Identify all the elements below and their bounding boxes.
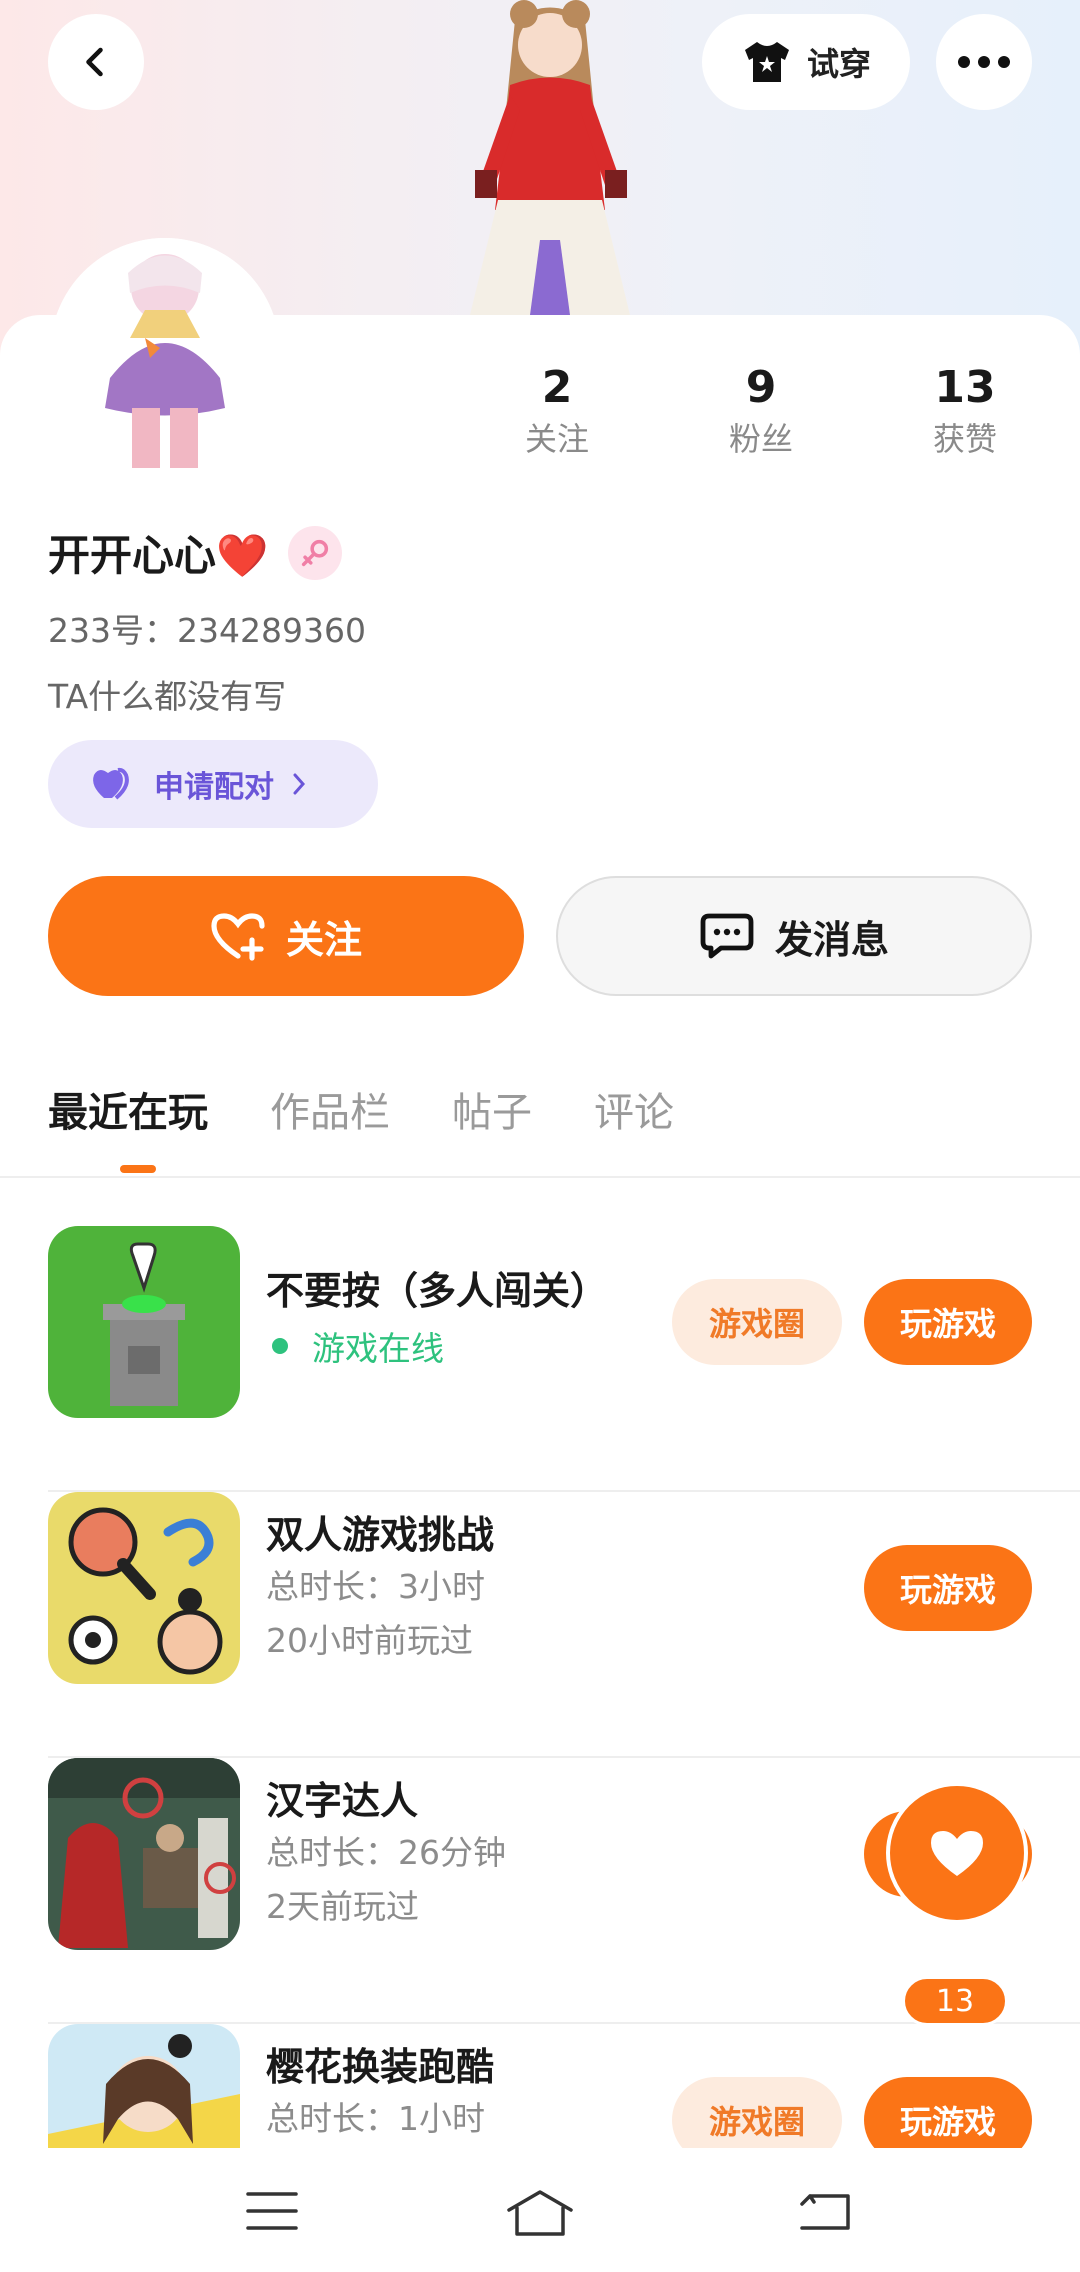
like-count-badge: 13 xyxy=(902,1976,1008,2026)
tab-active-indicator xyxy=(120,1165,156,1173)
stat-following[interactable]: 2 关注 xyxy=(477,360,637,462)
ellipsis-icon xyxy=(958,56,1010,68)
chevron-right-icon xyxy=(293,773,306,795)
profile-name-row: 开开心心❤️ xyxy=(48,522,343,583)
game-title: 汉字达人 xyxy=(266,1779,419,1823)
follow-label: 关注 xyxy=(285,917,362,962)
stat-likes[interactable]: 13 获赞 xyxy=(885,360,1045,462)
avatar[interactable] xyxy=(50,238,280,478)
tab-recent-play[interactable]: 最近在玩 xyxy=(48,1080,208,1138)
more-button[interactable] xyxy=(936,14,1032,110)
play-game-button[interactable]: 玩游戏 xyxy=(864,1545,1032,1631)
tabs-divider xyxy=(0,1176,1080,1178)
game-row[interactable]: 樱花换装跑酷 总时长：1小时 游戏圈 玩游戏 xyxy=(48,2024,1080,2148)
game-duration: 总时长：26分钟 xyxy=(266,1833,506,1872)
double-heart-icon xyxy=(93,767,129,800)
heart-plus-icon xyxy=(211,913,265,961)
stat-likes-label: 获赞 xyxy=(932,420,997,458)
game-title: 樱花换装跑酷 xyxy=(266,2045,495,2089)
game-title: 不要按（多人闯关） xyxy=(266,1269,609,1313)
try-on-label: 试穿 xyxy=(806,45,871,83)
game-row[interactable]: 不要按（多人闯关） 游戏在线 游戏圈 玩游戏 xyxy=(48,1226,1080,1492)
send-message-button[interactable]: 发消息 xyxy=(556,876,1032,996)
play-game-button[interactable]: 玩游戏 xyxy=(864,2077,1032,2148)
follow-button[interactable]: 关注 xyxy=(48,876,524,996)
game-last-played: 20小时前玩过 xyxy=(266,1621,473,1660)
apply-pair-button[interactable]: 申请配对 xyxy=(48,740,378,828)
game-last-played: 2天前玩过 xyxy=(266,1887,419,1926)
game-online-status: 游戏在线 xyxy=(266,1322,444,1370)
tshirt-icon xyxy=(744,42,789,82)
game-row[interactable]: 双人游戏挑战 总时长：3小时 20小时前玩过 玩游戏 xyxy=(48,1492,1080,1758)
female-icon xyxy=(288,525,343,580)
stat-likes-count: 13 xyxy=(934,362,996,413)
chevron-left-icon xyxy=(86,47,103,77)
stat-followers[interactable]: 9 粉丝 xyxy=(681,360,841,462)
game-icon-dont-press xyxy=(48,1226,240,1418)
home-icon[interactable] xyxy=(505,2188,575,2238)
back-icon[interactable] xyxy=(796,2188,852,2234)
apply-pair-label: 申请配对 xyxy=(154,770,274,805)
send-message-label: 发消息 xyxy=(774,917,889,962)
back-button[interactable] xyxy=(48,14,144,110)
stat-followers-count: 9 xyxy=(745,362,777,413)
like-fab-button[interactable] xyxy=(886,1782,1028,1924)
avatar-character-image xyxy=(50,238,280,478)
game-duration: 总时长：3小时 xyxy=(266,1567,485,1606)
game-icon-two-player xyxy=(48,1492,240,1684)
game-title: 双人游戏挑战 xyxy=(266,1513,495,1557)
game-icon-hanzi-master xyxy=(48,1758,240,1950)
stat-following-count: 2 xyxy=(541,362,573,413)
user-id: 233号：234289360 xyxy=(48,611,366,650)
stat-followers-label: 粉丝 xyxy=(728,420,793,458)
game-circle-button[interactable]: 游戏圈 xyxy=(672,2077,842,2148)
play-game-button[interactable]: 玩游戏 xyxy=(864,1279,1032,1365)
profile-name: 开开心心❤️ xyxy=(48,531,269,580)
game-status-text: 游戏在线 xyxy=(312,1329,444,1368)
profile-tabs: 最近在玩 作品栏 帖子 评论 xyxy=(48,1080,674,1138)
game-duration: 总时长：1小时 xyxy=(266,2099,485,2138)
tab-comments[interactable]: 评论 xyxy=(594,1080,674,1138)
menu-icon[interactable] xyxy=(244,2188,300,2234)
heart-icon xyxy=(931,1831,983,1876)
game-icon-sakura-parkour xyxy=(48,2024,240,2148)
tab-works[interactable]: 作品栏 xyxy=(270,1080,390,1138)
online-dot xyxy=(272,1338,288,1354)
chat-bubble-icon xyxy=(700,913,754,959)
character-3d-model xyxy=(470,0,630,315)
stat-following-label: 关注 xyxy=(524,420,589,458)
tab-posts[interactable]: 帖子 xyxy=(452,1080,532,1138)
game-circle-button[interactable]: 游戏圈 xyxy=(672,1279,842,1365)
system-nav-bar xyxy=(0,2148,1080,2272)
user-bio: TA什么都没有写 xyxy=(48,677,287,716)
try-on-button[interactable]: 试穿 xyxy=(702,14,910,110)
